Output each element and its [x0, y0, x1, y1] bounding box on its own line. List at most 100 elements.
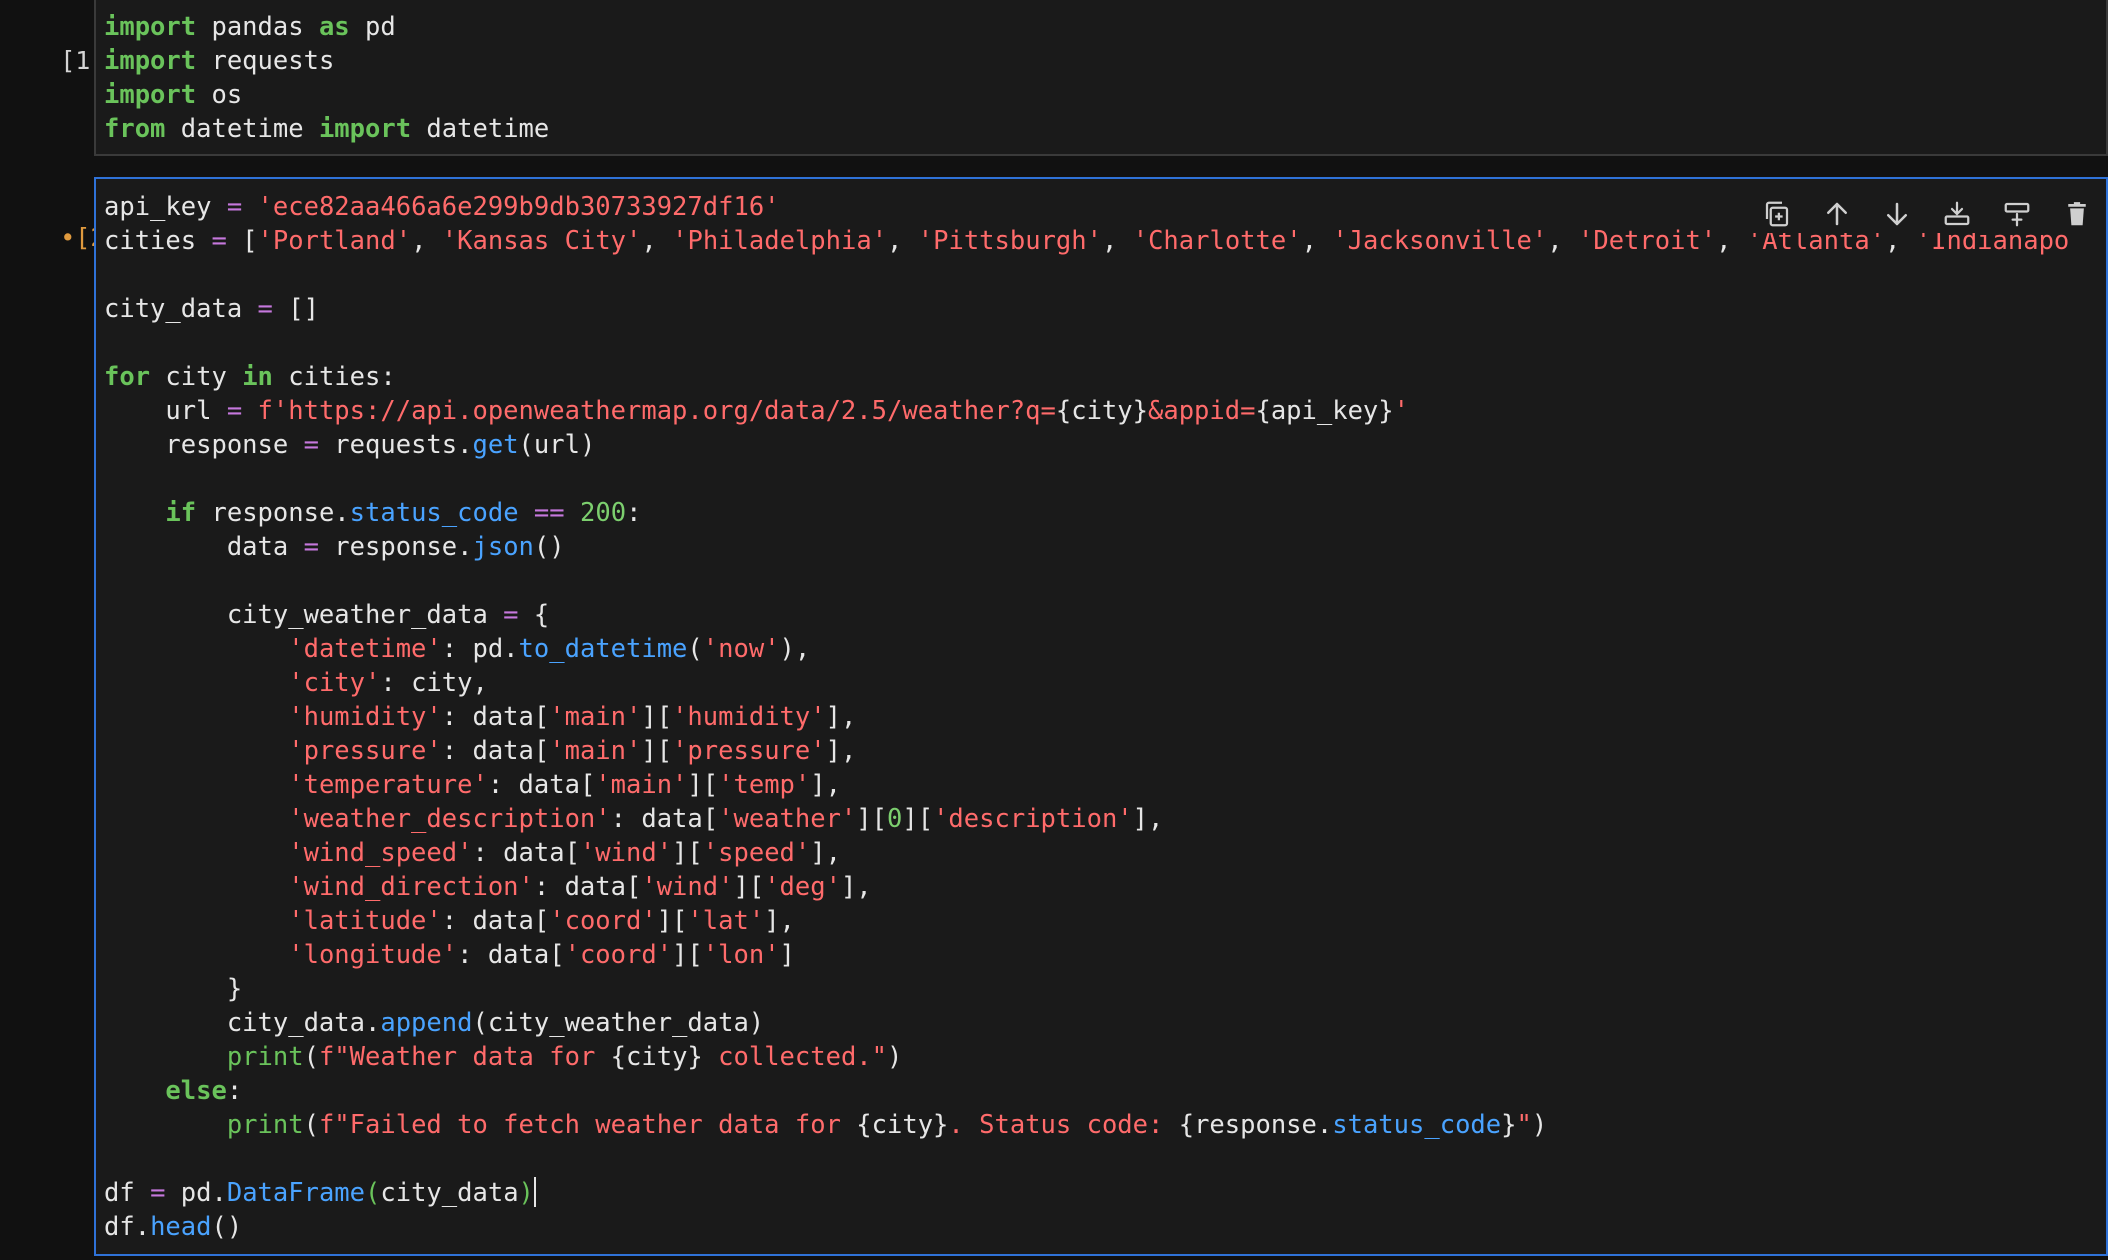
code-token: 'description'	[933, 804, 1133, 834]
code-line[interactable]: response = requests.get(url)	[104, 428, 2106, 462]
code-token: =	[303, 532, 319, 562]
code-line[interactable]: url = f'https://api.openweathermap.org/d…	[104, 394, 2106, 428]
code-token: 'datetime'	[288, 634, 442, 664]
code-line[interactable]: city_data.append(city_weather_data)	[104, 1006, 2106, 1040]
code-line[interactable]: from datetime import datetime	[104, 112, 2106, 146]
code-token: ][	[672, 838, 703, 868]
code-token: 0	[887, 804, 903, 834]
code-token: import	[318, 114, 412, 144]
code-token: requests.	[318, 430, 473, 460]
code-token: )	[887, 1042, 903, 1072]
code-line[interactable]	[104, 258, 2106, 292]
code-token: 'main'	[595, 770, 688, 800]
code-token: 'wind_direction'	[288, 872, 534, 902]
code-line[interactable]: if response.status_code == 200:	[104, 496, 2106, 530]
code-token: 'wind_speed'	[288, 838, 473, 868]
code-line[interactable]: print(f"Failed to fetch weather data for…	[104, 1108, 2106, 1142]
code-line[interactable]: df = pd.DataFrame(city_data)	[104, 1176, 2106, 1210]
code-line[interactable]: 'datetime': pd.to_datetime('now'),	[104, 632, 2106, 666]
code-content[interactable]: api_key = 'ece82aa466a6e299b9db30733927d…	[96, 179, 2106, 1244]
code-line[interactable]: import requests	[104, 44, 2106, 78]
code-token: ],	[825, 736, 857, 766]
code-token: (	[365, 1178, 381, 1208]
code-token: f"Failed to fetch weather data for	[318, 1110, 857, 1140]
code-token: ],	[810, 838, 841, 868]
code-line[interactable]: city_data = []	[104, 292, 2106, 326]
duplicate-cell-button[interactable]	[1758, 195, 1796, 233]
code-line[interactable]: 'pressure': data['main']['pressure'],	[104, 734, 2106, 768]
code-token: 'wind'	[641, 872, 734, 902]
code-line[interactable]: 'longitude': data['coord']['lon']	[104, 938, 2106, 972]
code-line[interactable]: import pandas as pd	[104, 10, 2106, 44]
code-token: ],	[840, 872, 872, 902]
code-line[interactable]: 'latitude': data['coord']['lat'],	[104, 904, 2106, 938]
code-line[interactable]: else:	[104, 1074, 2106, 1108]
code-line[interactable]: 'temperature': data['main']['temp'],	[104, 768, 2106, 802]
code-line[interactable]: 'wind_direction': data['wind']['deg'],	[104, 870, 2106, 904]
code-token: response.	[196, 498, 350, 528]
delete-cell-button[interactable]	[2058, 195, 2096, 233]
code-token: }	[1501, 1110, 1517, 1140]
insert-cell-below-button[interactable]	[1998, 195, 2036, 233]
code-token: status_code	[349, 498, 519, 528]
code-line[interactable]: }	[104, 972, 2106, 1006]
code-token: ][	[672, 940, 703, 970]
code-token: append	[380, 1008, 473, 1038]
code-line[interactable]	[104, 462, 2106, 496]
code-token: :	[626, 498, 642, 528]
code-line[interactable]: data = response.json()	[104, 530, 2106, 564]
code-line[interactable]: print(f"Weather data for {city} collecte…	[104, 1040, 2106, 1074]
code-token: {	[518, 600, 550, 630]
code-editor[interactable]: import pandas as pd import requests import…	[94, 0, 2108, 156]
code-token: 'longitude'	[288, 940, 458, 970]
code-line[interactable]: city_weather_data = {	[104, 598, 2106, 632]
code-line[interactable]: 'weather_description': data['weather'][0…	[104, 802, 2106, 836]
code-token: 'weather'	[718, 804, 857, 834]
code-line[interactable]: for city in cities:	[104, 360, 2106, 394]
code-token: )	[518, 1178, 534, 1208]
code-token: api_key	[104, 192, 227, 222]
code-line[interactable]: import os	[104, 78, 2106, 112]
cell-prompt: [1]:	[0, 10, 120, 112]
code-token: 'coord'	[549, 906, 657, 936]
code-token: ][	[641, 702, 673, 732]
insert-above-icon	[1944, 201, 1970, 226]
code-editor[interactable]: api_key = 'ece82aa466a6e299b9db30733927d…	[94, 177, 2108, 1256]
code-line[interactable]: 'humidity': data['main']['humidity'],	[104, 700, 2106, 734]
code-token: 'weather_description'	[288, 804, 611, 834]
code-token: ][	[656, 906, 688, 936]
code-line[interactable]	[104, 1142, 2106, 1176]
code-token: 'lon'	[702, 940, 780, 970]
code-token: cities:	[272, 362, 396, 392]
code-token: ,	[1102, 226, 1133, 256]
code-line[interactable]	[104, 326, 2106, 360]
move-up-button[interactable]	[1818, 195, 1856, 233]
code-content[interactable]: import pandas as pd import requests import…	[96, 0, 2106, 146]
arrow-up-icon	[1827, 202, 1847, 226]
insert-cell-above-button[interactable]	[1938, 195, 1976, 233]
code-token: : data[	[610, 804, 719, 834]
code-token: 'coord'	[564, 940, 673, 970]
code-token: (	[687, 634, 703, 664]
code-token: =	[226, 192, 243, 222]
code-line[interactable]: 'city': city,	[104, 666, 2106, 700]
code-token: json	[472, 532, 534, 562]
code-cell-1[interactable]: [1]: import pandas as pd import requests i…	[0, 0, 2108, 160]
code-token: }	[104, 974, 243, 1004]
code-token: 200	[580, 498, 627, 528]
code-token: (url)	[518, 430, 596, 460]
code-line[interactable]	[104, 564, 2106, 598]
code-token: datetime	[411, 114, 550, 144]
code-token: data	[104, 532, 304, 562]
code-token: 'latitude'	[288, 906, 442, 936]
cell-prompt: •[2]:	[0, 187, 135, 289]
code-cell-2[interactable]: •[2]: api_key = 'ece82aa466a6e299b9db307…	[0, 177, 2108, 1260]
code-line[interactable]: df.head()	[104, 1210, 2106, 1244]
code-line[interactable]: 'wind_speed': data['wind']['speed'],	[104, 836, 2106, 870]
move-down-button[interactable]	[1878, 195, 1916, 233]
